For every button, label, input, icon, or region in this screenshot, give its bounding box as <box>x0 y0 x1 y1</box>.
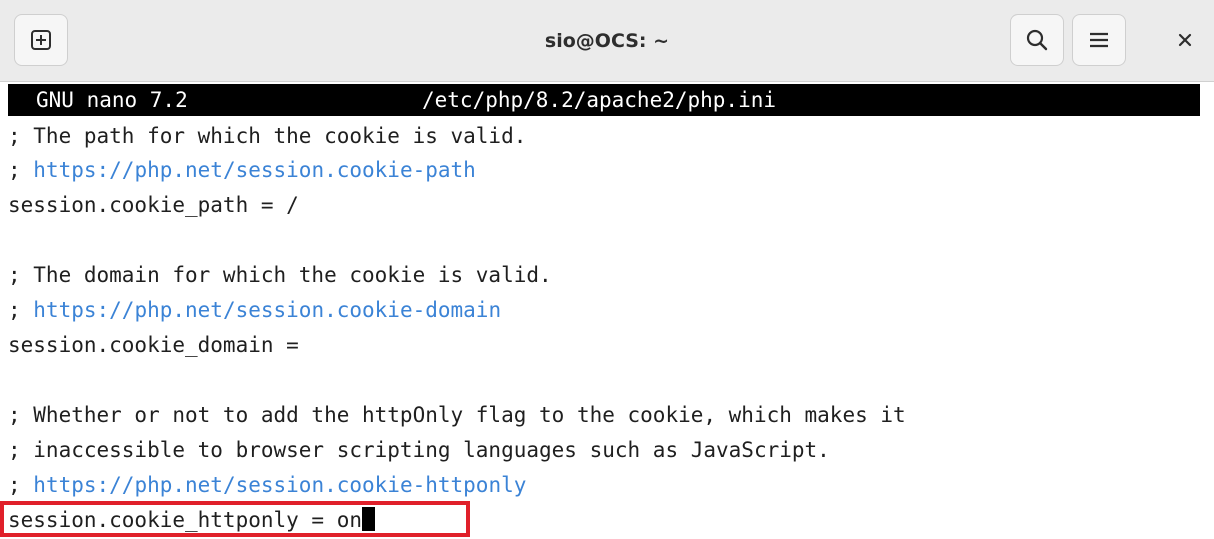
doc-link-cookie-domain[interactable]: https://php.net/session.cookie-domain <box>33 298 501 322</box>
terminal-window: sio@OCS: ~ GNU nano 7.2 /etc/php/8.2/apa… <box>0 0 1214 539</box>
scrollbar[interactable] <box>1204 118 1210 538</box>
new-tab-icon <box>31 30 51 50</box>
comment-link-line: ; https://php.net/session.cookie-httponl… <box>8 468 526 502</box>
doc-link-cookie-httponly[interactable]: https://php.net/session.cookie-httponly <box>33 473 526 497</box>
close-icon <box>1178 33 1192 47</box>
comment-link-line: ; https://php.net/session.cookie-domain <box>8 293 501 327</box>
comment-prefix: ; <box>8 298 34 322</box>
search-button[interactable] <box>1010 14 1064 66</box>
doc-link-cookie-path[interactable]: https://php.net/session.cookie-path <box>33 158 476 182</box>
comment-line: ; The domain for which the cookie is val… <box>8 263 552 287</box>
nano-version: GNU nano 7.2 <box>36 88 188 112</box>
highlight-annotation-box <box>0 501 470 537</box>
config-line-cookie-path: session.cookie_path = / <box>8 193 299 217</box>
comment-line: ; The path for which the cookie is valid… <box>8 124 527 148</box>
new-tab-button[interactable] <box>14 14 68 66</box>
close-button[interactable] <box>1170 25 1200 55</box>
nano-header-bar: GNU nano 7.2 /etc/php/8.2/apache2/php.in… <box>8 84 1200 116</box>
comment-link-line: ; https://php.net/session.cookie-path <box>8 153 476 187</box>
config-line-cookie-domain: session.cookie_domain = <box>8 333 299 357</box>
comment-line: ; inaccessible to browser scripting lang… <box>8 438 830 462</box>
comment-prefix: ; <box>8 473 34 497</box>
search-icon <box>1026 29 1048 51</box>
comment-line: ; Whether or not to add the httpOnly fla… <box>8 403 906 427</box>
nano-file-path: /etc/php/8.2/apache2/php.ini <box>422 88 777 112</box>
hamburger-menu-icon <box>1090 32 1108 48</box>
menu-button[interactable] <box>1072 14 1126 66</box>
terminal-area[interactable]: GNU nano 7.2 /etc/php/8.2/apache2/php.in… <box>0 82 1214 539</box>
title-bar: sio@OCS: ~ <box>0 0 1214 82</box>
comment-prefix: ; <box>8 158 34 182</box>
